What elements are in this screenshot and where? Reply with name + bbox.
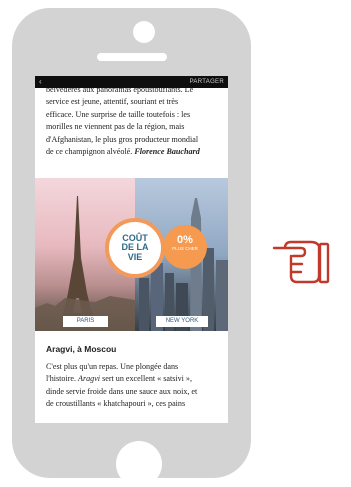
share-button[interactable]: PARTAGER xyxy=(190,76,224,88)
label-new-york: NEW YORK xyxy=(156,316,208,327)
pointing-hand-icon xyxy=(272,240,330,284)
cost-of-living-badge: COÛT DE LA VIE xyxy=(105,218,165,278)
article-body: C'est plus qu'un repas. Une plongée dans… xyxy=(46,362,198,409)
cost-of-living-graphic[interactable]: COÛT DE LA VIE 0% PLUS CHER PARIS NEW YO… xyxy=(35,178,228,331)
top-bar: ‹ PARTAGER xyxy=(35,76,228,88)
article-heading: Aragvi, à Moscou xyxy=(46,344,117,354)
phone-screen: belvédères aux panoramas époustouflants.… xyxy=(35,76,228,423)
camera-icon xyxy=(133,21,155,43)
author-name: Florence Bauchard xyxy=(134,147,200,157)
percent-badge: 0% PLUS CHER xyxy=(163,225,207,269)
home-button[interactable] xyxy=(116,441,162,487)
intro-paragraph: belvédères aux panoramas époustouflants.… xyxy=(46,85,200,157)
back-icon[interactable]: ‹ xyxy=(39,76,42,88)
percent-value: 0% xyxy=(177,234,193,246)
percent-subtitle: PLUS CHER xyxy=(172,246,198,251)
label-paris: PARIS xyxy=(63,316,108,327)
speaker-slot xyxy=(97,53,167,61)
